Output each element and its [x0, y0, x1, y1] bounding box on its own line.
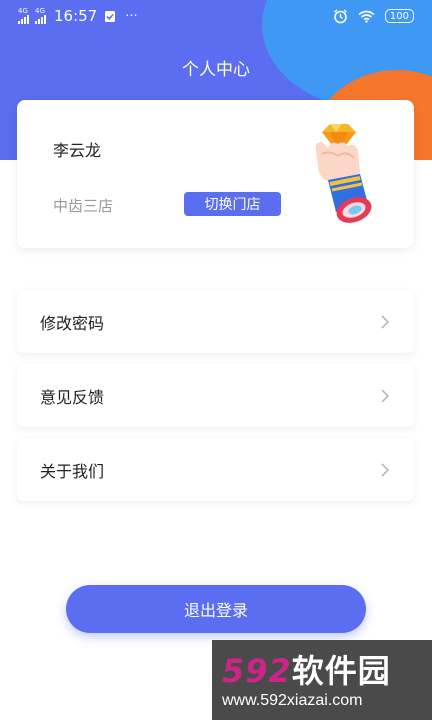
alarm-icon: [333, 8, 347, 23]
profile-card: 李云龙 中齿三店 切换门店: [17, 100, 414, 248]
signal-icon: 4G: [18, 8, 29, 24]
menu-item-about-us[interactable]: 关于我们: [17, 438, 414, 501]
wifi-icon: [358, 10, 375, 23]
logout-button[interactable]: 退出登录: [66, 585, 366, 633]
menu-item-label: 修改密码: [40, 313, 105, 333]
notification-icon: [105, 11, 116, 22]
watermark-logo: 592软件园 www.592xiazai.com: [212, 640, 432, 720]
page-title: 个人中心: [182, 60, 250, 80]
watermark-logo-text: 592软件园: [222, 652, 391, 690]
status-bar: 4G 4G 16:57 ··· 100: [0, 0, 432, 32]
more-indicator: ···: [125, 8, 138, 24]
menu-item-label: 关于我们: [40, 461, 105, 481]
status-time: 16:57: [54, 7, 98, 25]
menu-item-change-password[interactable]: 修改密码: [17, 290, 414, 353]
watermark-url: www.592xiazai.com: [222, 692, 363, 709]
chevron-right-icon: [381, 388, 390, 403]
chevron-right-icon: [381, 462, 390, 477]
user-name: 李云龙: [53, 141, 102, 160]
battery-level: 100: [389, 10, 409, 22]
chevron-right-icon: [381, 314, 390, 329]
hand-holding-diamond-icon: [315, 124, 372, 223]
store-name: 中齿三店: [53, 197, 114, 215]
signal-icon-2: 4G: [35, 8, 46, 24]
menu-item-feedback[interactable]: 意见反馈: [17, 364, 414, 427]
battery-icon: 100: [384, 9, 414, 23]
menu-item-label: 意见反馈: [40, 387, 105, 407]
switch-store-button[interactable]: 切换门店: [184, 192, 281, 216]
